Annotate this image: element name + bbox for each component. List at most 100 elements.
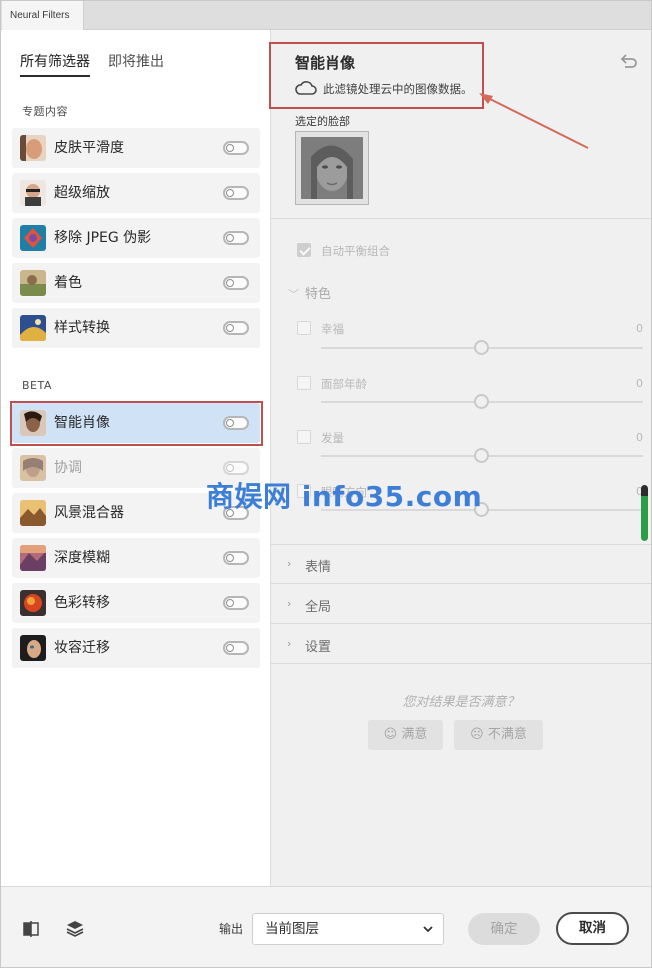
selected-faces-label: 选定的脸部 (295, 115, 350, 128)
neural-filters-window: Neural Filters 所有筛选器 即将推出 专题内容 皮肤平滑度 超级缩… (0, 0, 652, 968)
filter-toggle[interactable] (223, 231, 249, 245)
satisfied-button[interactable]: ☺ 满意 (368, 720, 443, 750)
filter-item-smart-portrait[interactable]: 智能肖像 (12, 403, 260, 443)
reset-icon[interactable] (619, 52, 639, 68)
filter-toggle[interactable] (223, 416, 249, 430)
facial-age-slider-handle[interactable] (474, 394, 489, 409)
chevron-down-icon[interactable]: ﹀ (288, 286, 299, 302)
filter-item-colorize[interactable]: 着色 (12, 263, 260, 303)
hair-thickness-slider-handle[interactable] (474, 448, 489, 463)
filter-label: 妆容迁移 (54, 640, 110, 656)
happiness-slider-handle[interactable] (474, 340, 489, 355)
segment-active-indicator (20, 75, 90, 77)
ok-button[interactable]: 确定 (468, 913, 540, 945)
facial-age-value: 0 (636, 377, 643, 390)
output-select[interactable]: 当前图层 (252, 913, 444, 945)
divider (271, 544, 651, 545)
facial-age-label: 面部年龄 (321, 377, 367, 391)
satisfied-label: 满意 (401, 727, 428, 742)
filter-item-depth-blur[interactable]: 深度模糊 (12, 538, 260, 578)
frown-icon: ☹ (470, 727, 484, 742)
face-thumbnail[interactable] (295, 131, 369, 205)
output-label: 输出 (219, 922, 244, 936)
super-zoom-thumbnail (20, 180, 46, 206)
harmonization-thumbnail (20, 455, 46, 481)
filter-toggle[interactable] (223, 141, 249, 155)
tab-strip: Neural Filters (1, 1, 651, 30)
filter-label: 色彩转移 (54, 595, 110, 611)
hair-thickness-checkbox[interactable] (297, 430, 311, 444)
chevron-down-icon (423, 926, 433, 933)
bottom-bar: 输出 当前图层 确定 取消 (1, 886, 651, 967)
filter-label: 样式转换 (54, 320, 110, 336)
filter-toggle[interactable] (223, 641, 249, 655)
filter-label: 智能肖像 (54, 415, 110, 431)
filter-label: 皮肤平滑度 (54, 140, 124, 156)
filter-toggle[interactable] (223, 551, 249, 565)
filter-item-makeup-transfer[interactable]: 妆容迁移 (12, 628, 260, 668)
filter-label: 超级缩放 (54, 185, 110, 201)
annotation-arrow (479, 93, 589, 149)
cloud-processing-note: 此滤镜处理云中的图像数据。 (323, 82, 473, 96)
filter-toggle[interactable] (223, 461, 249, 475)
auto-balance-checkbox[interactable] (297, 243, 311, 257)
tab-neural-filters[interactable]: Neural Filters (2, 1, 84, 30)
segment-coming-soon[interactable]: 即将推出 (108, 51, 164, 71)
beta-section-label: BETA (22, 379, 52, 392)
filter-item-color-transfer[interactable]: 色彩转移 (12, 583, 260, 623)
unsatisfied-button[interactable]: ☹ 不满意 (454, 720, 543, 750)
filter-item-remove-jpeg-artifacts[interactable]: 移除 JPEG 伪影 (12, 218, 260, 258)
filter-title: 智能肖像 (295, 54, 356, 72)
happiness-checkbox[interactable] (297, 321, 311, 335)
color-transfer-thumbnail (20, 590, 46, 616)
makeup-transfer-thumbnail (20, 635, 46, 661)
filter-toggle[interactable] (223, 596, 249, 610)
filter-label: 着色 (54, 275, 82, 291)
cloud-icon (295, 81, 317, 95)
filter-label: 移除 JPEG 伪影 (54, 230, 152, 246)
filter-item-style-transfer[interactable]: 样式转换 (12, 308, 260, 348)
filter-toggle[interactable] (223, 276, 249, 290)
section-global[interactable]: 全局 (305, 596, 331, 615)
depth-blur-thumbnail (20, 545, 46, 571)
filters-panel: 所有筛选器 即将推出 专题内容 皮肤平滑度 超级缩放 移除 JPEG 伪影 着色… (1, 30, 271, 886)
auto-balance-label: 自动平衡组合 (321, 244, 390, 258)
happiness-value: 0 (636, 322, 643, 335)
filter-toggle[interactable] (223, 321, 249, 335)
style-transfer-thumbnail (20, 315, 46, 341)
filter-toggle[interactable] (223, 186, 249, 200)
compare-split-icon[interactable] (21, 920, 41, 938)
output-value: 当前图层 (265, 921, 319, 937)
hair-thickness-label: 发量 (321, 431, 344, 445)
cancel-button[interactable]: 取消 (556, 912, 629, 945)
hair-thickness-value: 0 (636, 431, 643, 444)
filter-item-skin-smoothing[interactable]: 皮肤平滑度 (12, 128, 260, 168)
smile-icon: ☺ (383, 727, 398, 742)
chevron-right-icon[interactable]: › (287, 597, 291, 610)
section-settings[interactable]: 设置 (305, 636, 331, 655)
chevron-right-icon[interactable]: › (287, 557, 291, 570)
divider (271, 623, 651, 624)
filter-label: 风景混合器 (54, 505, 124, 521)
jpeg-artifacts-thumbnail (20, 225, 46, 251)
feedback-question: 您对结果是否满意？ (402, 695, 520, 710)
divider (271, 583, 651, 584)
layers-icon[interactable] (65, 920, 85, 938)
filter-item-super-zoom[interactable]: 超级缩放 (12, 173, 260, 213)
skin-smoothing-thumbnail (20, 135, 46, 161)
featured-section-label: 专题内容 (22, 105, 68, 118)
landscape-mixer-thumbnail (20, 500, 46, 526)
divider (271, 663, 651, 664)
face-image (301, 137, 363, 199)
scrollbar-thumb[interactable] (641, 485, 648, 541)
watermark-text: 商娱网 info35.com (206, 480, 483, 513)
chevron-right-icon[interactable]: › (287, 637, 291, 650)
facial-age-checkbox[interactable] (297, 376, 311, 390)
segment-all-filters[interactable]: 所有筛选器 (20, 51, 90, 71)
filter-settings-panel: 智能肖像 此滤镜处理云中的图像数据。 选定的脸部 自动平衡组合 ﹀ 特色 幸福 … (269, 30, 651, 886)
section-expression[interactable]: 表情 (305, 556, 331, 575)
divider (271, 218, 651, 219)
section-featured[interactable]: 特色 (305, 283, 331, 302)
happiness-label: 幸福 (321, 322, 344, 336)
smart-portrait-thumbnail (20, 410, 46, 436)
